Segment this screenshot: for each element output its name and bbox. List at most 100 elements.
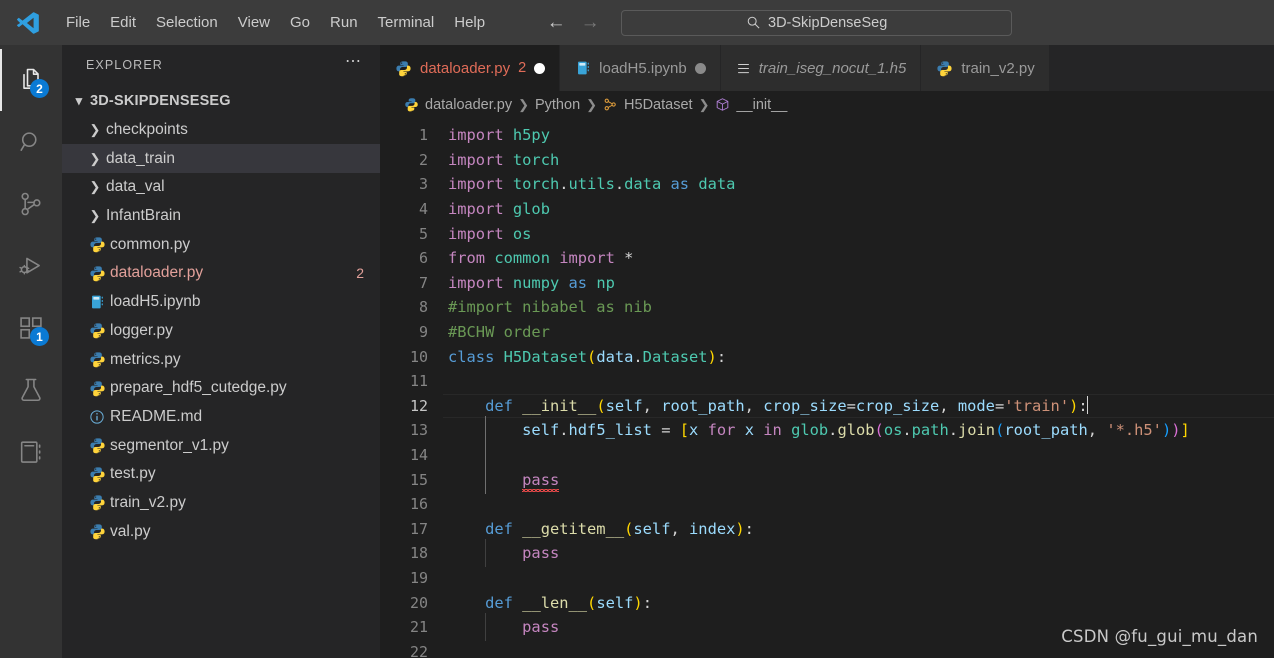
breadcrumb-language-label: Python: [534, 97, 581, 113]
breadcrumb-method[interactable]: __init__: [715, 97, 787, 114]
notebook-file-icon: [575, 60, 591, 76]
line-content[interactable]: #BCHW order: [438, 323, 550, 341]
title-bar: File Edit Selection View Go Run Terminal…: [0, 0, 1274, 45]
line-content[interactable]: class H5Dataset(data.Dataset):: [438, 348, 726, 366]
activitybar-item-source-control[interactable]: [0, 173, 62, 235]
tree-item-label: dataloader.py: [110, 264, 204, 282]
tree-item-readme-md[interactable]: README.md: [62, 403, 380, 432]
tab-dirty-indicator[interactable]: [694, 62, 706, 74]
explorer-sidebar: EXPLORER ⋯ ▾ 3D-SKIPDENSESEG ❯ checkpoin…: [62, 45, 380, 658]
search-icon: [746, 15, 761, 30]
tree-item-val-py[interactable]: val.py: [62, 517, 380, 546]
line-number: 4: [418, 200, 428, 219]
line-number: 1: [418, 126, 428, 145]
breadcrumb[interactable]: dataloader.py ❯ Python ❯ H5Dataset ❯ __i…: [380, 91, 1274, 119]
line-content[interactable]: import glob: [438, 200, 550, 218]
tree-root-3d-skipdenseseg[interactable]: ▾ 3D-SKIPDENSESEG: [62, 87, 380, 116]
tree-item-data_val[interactable]: ❯ data_val: [62, 173, 380, 202]
line-number: 5: [418, 224, 428, 243]
breadcrumb-method-label: __init__: [736, 97, 788, 113]
tree-item-common-py[interactable]: common.py: [62, 230, 380, 259]
menu-selection[interactable]: Selection: [146, 0, 228, 45]
menu-bar[interactable]: File Edit Selection View Go Run Terminal…: [56, 0, 495, 45]
line-content[interactable]: import h5py: [438, 126, 550, 144]
line-number: 10: [409, 347, 428, 366]
code-line-18: 18 pass: [380, 539, 1274, 568]
activitybar-item-run-and-debug[interactable]: [0, 235, 62, 297]
navigation-buttons: ← →: [541, 10, 605, 36]
run-and-debug-icon: [19, 257, 40, 275]
menu-go[interactable]: Go: [280, 0, 320, 45]
code-editor[interactable]: 1 import h5py 2 import torch 3 import to…: [380, 119, 1274, 658]
tree-item-loadh5-ipynb[interactable]: loadH5.ipynb: [62, 288, 380, 317]
menu-terminal[interactable]: Terminal: [368, 0, 445, 45]
python-icon: [84, 466, 110, 483]
sidebar-title: EXPLORER: [86, 58, 163, 72]
python-icon: [84, 236, 110, 253]
file-tree[interactable]: ▾ 3D-SKIPDENSESEG ❯ checkpoints ❯ data_t…: [62, 85, 380, 658]
line-content[interactable]: pass: [438, 539, 559, 568]
line-content[interactable]: def __getitem__(self, index):: [438, 520, 754, 538]
tree-item-logger-py[interactable]: logger.py: [62, 317, 380, 346]
line-number: 18: [409, 544, 428, 563]
quick-input-search[interactable]: 3D-SkipDenseSeg: [621, 9, 1013, 36]
tab-train-v2-py[interactable]: train_v2.py: [921, 45, 1050, 91]
tab-train-iseg-nocut-1-h5[interactable]: train_iseg_nocut_1.h5: [720, 45, 922, 91]
line-number: 8: [418, 298, 428, 317]
tree-item-segmentor-v1-py[interactable]: segmentor_v1.py: [62, 431, 380, 460]
line-content[interactable]: pass: [438, 613, 559, 642]
line-content[interactable]: import numpy as np: [438, 274, 615, 292]
tree-item-label: metrics.py: [110, 350, 181, 368]
arrow-right-icon[interactable]: →: [575, 10, 605, 36]
tree-item-problem-count: 2: [356, 265, 364, 282]
tree-item-data_train[interactable]: ❯ data_train: [62, 144, 380, 174]
activitybar-item-search[interactable]: [0, 111, 62, 173]
tree-item-train-v2-py[interactable]: train_v2.py: [62, 489, 380, 518]
tree-item-test-py[interactable]: test.py: [62, 460, 380, 489]
line-content[interactable]: [438, 441, 522, 470]
line-content[interactable]: import torch.utils.data as data: [438, 175, 735, 193]
tab-loadh5-ipynb[interactable]: loadH5.ipynb: [560, 45, 721, 91]
more-actions-icon[interactable]: ⋯: [345, 54, 362, 76]
arrow-left-icon[interactable]: ←: [541, 10, 571, 36]
line-content[interactable]: from common import *: [438, 249, 633, 267]
tree-item-dataloader-py[interactable]: dataloader.py 2: [62, 259, 380, 288]
line-content[interactable]: #import nibabel as nib: [438, 298, 652, 316]
line-content[interactable]: import os: [438, 225, 531, 243]
tree-item-label: val.py: [110, 522, 151, 540]
activitybar-item-extensions[interactable]: 1: [0, 297, 62, 359]
code-line-19: 19: [380, 566, 1274, 591]
notebook-icon: [20, 441, 41, 463]
menu-run[interactable]: Run: [320, 0, 368, 45]
method-icon: [715, 97, 730, 114]
line-content[interactable]: def __len__(self):: [438, 594, 652, 612]
tree-item-infantbrain[interactable]: ❯ InfantBrain: [62, 202, 380, 231]
breadcrumb-class[interactable]: H5Dataset: [603, 97, 693, 114]
menu-help[interactable]: Help: [444, 0, 495, 45]
python-icon: [84, 437, 110, 454]
tab-dirty-indicator[interactable]: [534, 62, 546, 74]
line-number: 2: [418, 150, 428, 169]
workbench-body: 2 1 EXPLORER ⋯ ▾ 3D-SKIPDENSESEG ❯ check…: [0, 45, 1274, 658]
tree-item-metrics-py[interactable]: metrics.py: [62, 345, 380, 374]
menu-file[interactable]: File: [56, 0, 100, 45]
line-number: 13: [409, 421, 428, 440]
tab-dataloader-py[interactable]: dataloader.py 2: [380, 45, 561, 91]
notebook-file-icon: [84, 294, 110, 310]
tree-item-prepare-hdf5-cutedge-py[interactable]: prepare_hdf5_cutedge.py: [62, 374, 380, 403]
line-content[interactable]: import torch: [438, 151, 559, 169]
chevron-right-icon: ❯: [89, 150, 101, 166]
activitybar-item-explorer[interactable]: 2: [0, 49, 62, 111]
breadcrumb-language[interactable]: Python: [535, 97, 580, 113]
line-content[interactable]: def __init__(self, root_path, crop_size=…: [438, 396, 1089, 415]
activitybar-item-testing[interactable]: [0, 359, 62, 421]
tree-item-checkpoints[interactable]: ❯ checkpoints: [62, 116, 380, 145]
menu-edit[interactable]: Edit: [100, 0, 146, 45]
activitybar-item-notebook[interactable]: [0, 421, 62, 483]
breadcrumb-file[interactable]: dataloader.py: [404, 97, 512, 114]
line-number: 3: [418, 175, 428, 194]
line-content[interactable]: pass: [438, 465, 559, 494]
menu-view[interactable]: View: [228, 0, 280, 45]
line-content[interactable]: self.hdf5_list = [x for x in glob.glob(o…: [438, 416, 1190, 445]
code-line-11: 11: [380, 369, 1274, 394]
